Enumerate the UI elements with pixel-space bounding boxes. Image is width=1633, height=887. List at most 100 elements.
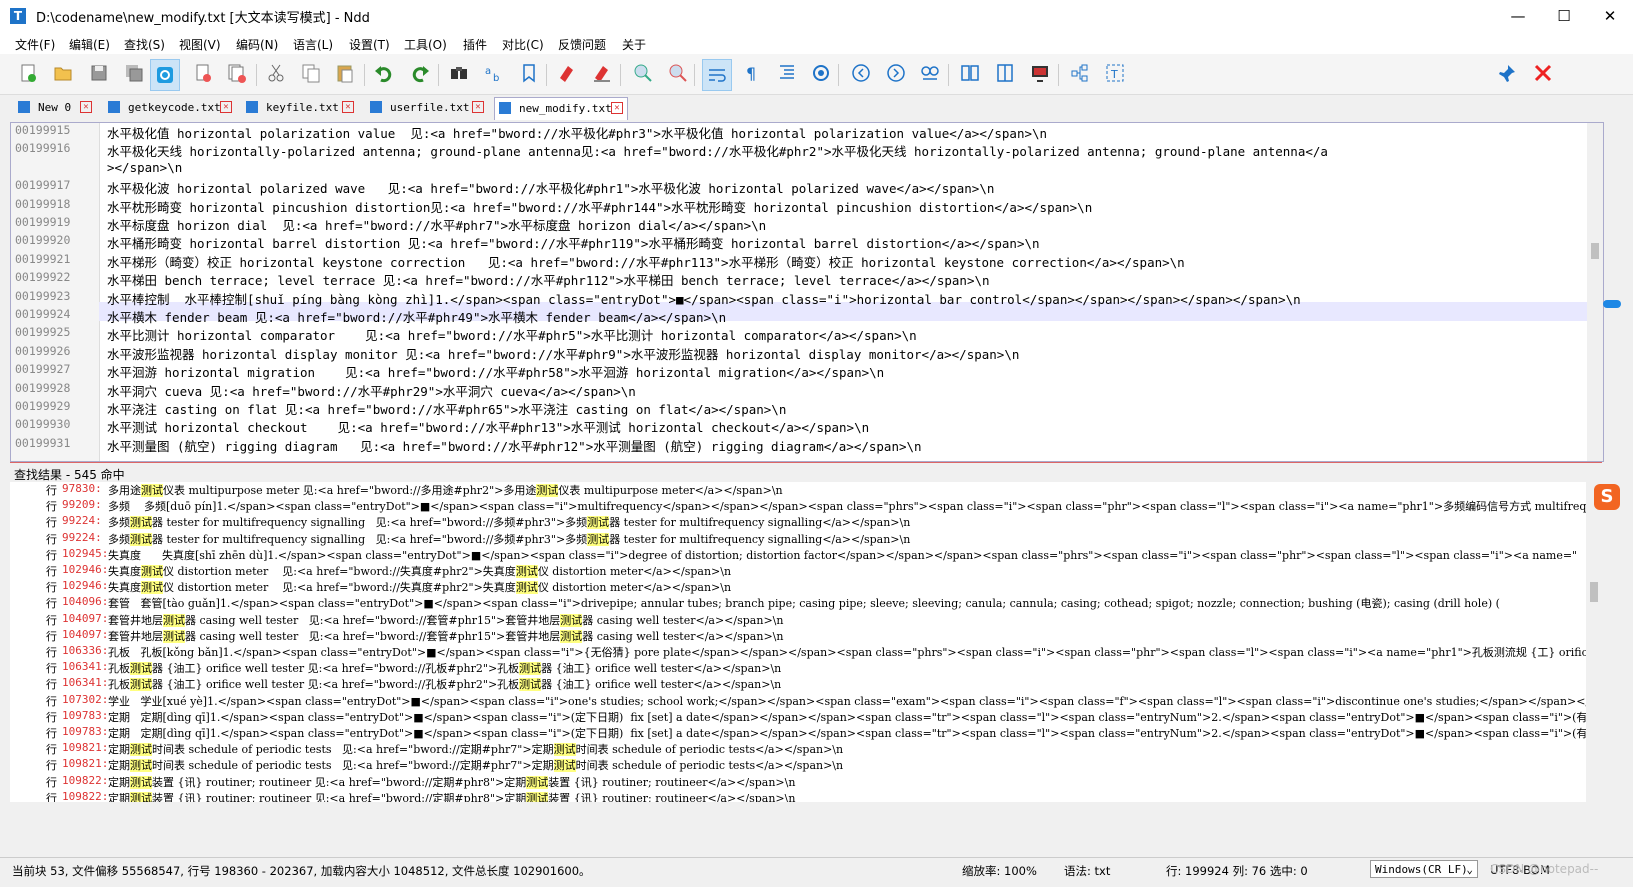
- close-file-icon[interactable]: [192, 62, 214, 84]
- menu-encoding[interactable]: 编码(N): [236, 36, 278, 53]
- compare-dir-icon[interactable]: [959, 62, 981, 84]
- close-tab-icon[interactable]: ✕: [472, 101, 484, 113]
- paste-icon[interactable]: [334, 62, 356, 84]
- save-icon[interactable]: [88, 62, 110, 84]
- clear-mark-icon[interactable]: [591, 62, 613, 84]
- tab-label: New 0: [38, 101, 72, 114]
- search-highlight: 测试: [130, 532, 152, 546]
- menu-settings[interactable]: 设置(T): [349, 36, 390, 53]
- result-line-number: 109822:: [62, 789, 109, 803]
- copy-icon[interactable]: [300, 62, 322, 84]
- line-number: 00199927: [15, 362, 71, 377]
- show-symbols-icon[interactable]: ¶: [741, 62, 763, 84]
- find-icon[interactable]: [448, 62, 470, 84]
- search-highlight: 测试: [526, 775, 549, 789]
- search-highlight: 测试: [587, 532, 610, 546]
- zoom-in-icon[interactable]: [632, 62, 654, 84]
- line-number: 00199917: [15, 178, 71, 193]
- minimize-button[interactable]: —: [1495, 0, 1541, 32]
- menu-compare[interactable]: 对比(C): [502, 36, 544, 53]
- result-line-number: 99209:: [62, 498, 102, 512]
- close-tab-icon[interactable]: ✕: [611, 102, 623, 114]
- cut-icon[interactable]: [265, 62, 287, 84]
- input-method-icon[interactable]: S: [1594, 484, 1620, 510]
- line-text: 水平洞穴 cueva 见:<a href="bword://水平#phr29">…: [107, 383, 636, 399]
- tab-userfile[interactable]: userfile.txt ✕: [366, 97, 486, 119]
- result-line-number: 99224:: [62, 530, 102, 544]
- menu-feedback[interactable]: 反馈问题: [558, 36, 606, 53]
- eol-select[interactable]: Windows(CR LF) ⌄: [1370, 860, 1478, 878]
- result-line-number: 109783:: [62, 708, 109, 722]
- menu-search[interactable]: 查找(S): [124, 36, 165, 53]
- exit-icon[interactable]: [1532, 62, 1554, 84]
- pin-icon[interactable]: [1496, 62, 1518, 84]
- reload-icon[interactable]: [150, 59, 180, 91]
- editor-scroll-thumb[interactable]: [1591, 243, 1599, 259]
- goto-icon[interactable]: [919, 62, 941, 84]
- maximize-button[interactable]: ☐: [1541, 0, 1587, 32]
- open-file-icon[interactable]: [52, 62, 74, 84]
- next-icon[interactable]: [885, 62, 907, 84]
- search-highlight: 测试: [553, 743, 576, 757]
- scroll-position-marker[interactable]: [1603, 300, 1621, 308]
- menu-file[interactable]: 文件(F): [15, 36, 55, 53]
- window-title: D:\codename\new_modify.txt [大文本读写模式] - N…: [36, 11, 370, 26]
- wrap-icon[interactable]: [702, 59, 732, 91]
- close-window-button[interactable]: ✕: [1587, 0, 1633, 32]
- search-highlight: 测试: [130, 516, 152, 530]
- result-text: 失真度测试仪 distortion meter 见:<a href="bword…: [108, 565, 732, 578]
- editor-scrollbar[interactable]: [1587, 123, 1603, 461]
- results-horizontal-scrollbar[interactable]: [10, 802, 1602, 818]
- result-text: 孔板测试器 {油工} orifice well tester 见:<a href…: [108, 678, 782, 692]
- menu-edit[interactable]: 编辑(E): [69, 36, 110, 53]
- tab-new-0[interactable]: New 0 ✕: [14, 97, 94, 119]
- tab-label: new_modify.txt: [519, 102, 612, 115]
- search-highlight: 测试: [141, 484, 163, 497]
- save-all-icon[interactable]: [123, 62, 145, 84]
- menu-view[interactable]: 视图(V): [179, 36, 221, 53]
- result-prefix: 行: [46, 484, 57, 497]
- prev-icon[interactable]: [850, 62, 872, 84]
- line-number: 00199916: [15, 141, 71, 156]
- menu-plugins[interactable]: 插件: [463, 36, 487, 53]
- macro-icon[interactable]: [810, 62, 832, 84]
- tab-keyfile[interactable]: keyfile.txt ✕: [242, 97, 356, 119]
- result-text: 孔板 孔板[kǒng bǎn]1.</span><span class="ent…: [108, 646, 1602, 659]
- compare-file-icon[interactable]: [994, 62, 1016, 84]
- close-all-icon[interactable]: [226, 62, 248, 84]
- replace-icon[interactable]: ab: [483, 62, 505, 84]
- result-line-number: 104097:: [62, 611, 109, 625]
- indent-guide-icon[interactable]: [776, 62, 798, 84]
- compare-bin-icon[interactable]: [1029, 62, 1051, 84]
- menu-tools[interactable]: 工具(O): [404, 36, 447, 53]
- zoom-out-icon[interactable]: [667, 62, 689, 84]
- find-results-panel[interactable]: 行 97830: 多用途测试仪表 multipurpose meter 见:<a h…: [10, 482, 1602, 818]
- text-icon[interactable]: T: [1104, 62, 1126, 84]
- result-line-number: 104097:: [62, 627, 109, 641]
- search-highlight: 测试: [587, 516, 610, 530]
- result-text: 失真度测试仪 distortion meter 见:<a href="bword…: [108, 581, 732, 595]
- results-scroll-thumb[interactable]: [1590, 582, 1598, 602]
- text-editor[interactable]: 00199915 水平极化值 horizontal polarization va…: [10, 122, 1604, 462]
- mark-icon[interactable]: [556, 62, 578, 84]
- close-tab-icon[interactable]: ✕: [80, 101, 92, 113]
- bookmark-icon[interactable]: [518, 62, 540, 84]
- find-results-header: 查找结果 - 545 命中: [10, 462, 1602, 483]
- app-icon: T: [10, 8, 26, 24]
- structure-icon[interactable]: [1069, 62, 1091, 84]
- tab-new-modify[interactable]: new_modify.txt ✕: [494, 97, 628, 120]
- line-number: 00199919: [15, 215, 71, 229]
- new-file-icon[interactable]: [17, 62, 39, 84]
- undo-icon[interactable]: [373, 62, 395, 84]
- result-prefix: 行: [46, 743, 57, 757]
- result-text: 定期测试装置 {讯} routiner; routineer 见:<a href…: [108, 775, 796, 789]
- close-tab-icon[interactable]: ✕: [342, 101, 354, 113]
- menu-about[interactable]: 关于: [622, 36, 646, 53]
- svg-text:b: b: [493, 73, 499, 84]
- line-text: 水平浇注 casting on flat 见:<a href="bword://…: [107, 402, 787, 417]
- close-tab-icon[interactable]: ✕: [220, 101, 232, 113]
- redo-icon[interactable]: [409, 62, 431, 84]
- results-scrollbar[interactable]: [1586, 482, 1602, 802]
- tab-getkeycode[interactable]: getkeycode.txt ✕: [104, 97, 234, 119]
- menu-language[interactable]: 语言(L): [293, 36, 333, 53]
